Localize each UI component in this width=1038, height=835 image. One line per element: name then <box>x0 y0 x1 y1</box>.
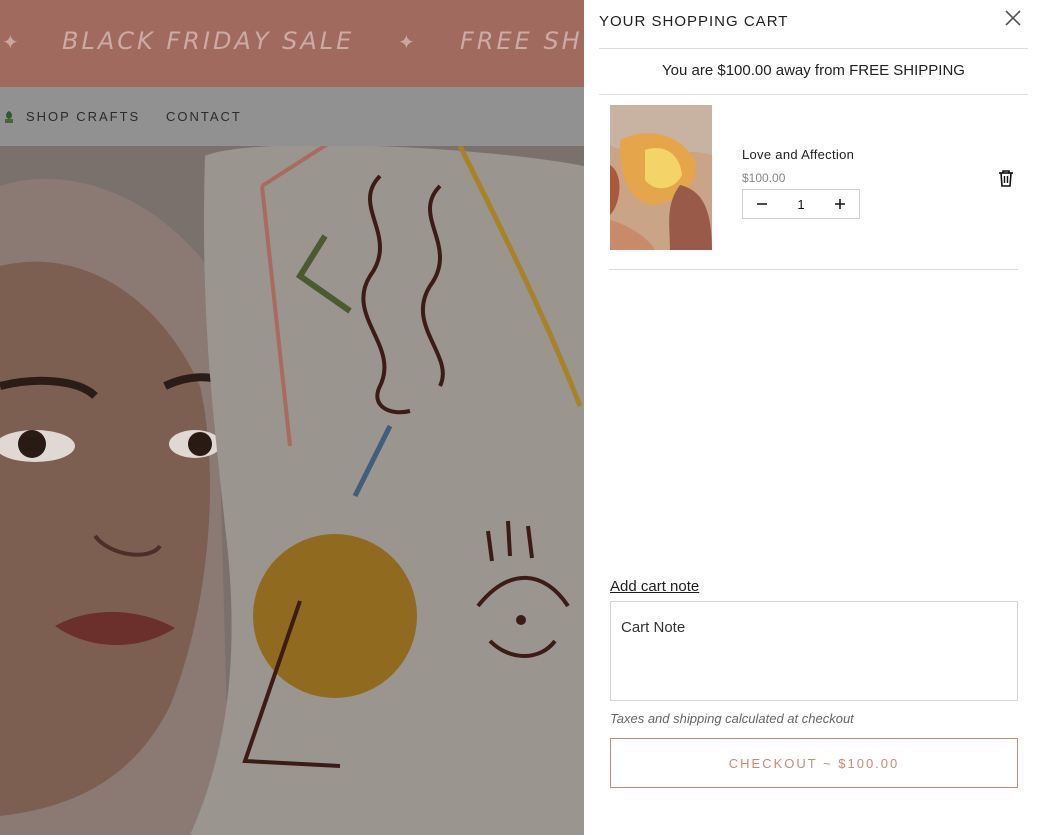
increase-quantity-button[interactable] <box>821 190 859 218</box>
nav-shop-crafts[interactable]: SHOP CRAFTS <box>26 109 140 124</box>
main-nav: SHOP CRAFTS CONTACT <box>0 87 584 146</box>
cart-note-field[interactable] <box>610 601 1018 701</box>
decrease-quantity-button[interactable] <box>743 190 781 218</box>
hero-image <box>0 146 584 835</box>
storefront-page: ✦ BLACK FRIDAY SALE ✦ FREE SH SHOP CRAFT… <box>0 0 584 835</box>
plant-icon <box>5 111 13 123</box>
tax-note: Taxes and shipping calculated at checkou… <box>610 711 854 726</box>
add-cart-note-link[interactable]: Add cart note <box>610 578 699 595</box>
cart-title: YOUR SHOPPING CART <box>599 13 789 30</box>
quantity-input[interactable] <box>781 195 821 213</box>
close-icon[interactable] <box>1004 9 1022 27</box>
announcement-bar: ✦ BLACK FRIDAY SALE ✦ FREE SH <box>0 0 584 87</box>
product-price: $100.00 <box>742 171 786 185</box>
plus-icon <box>835 198 845 209</box>
trash-icon[interactable] <box>996 168 1016 188</box>
checkout-button[interactable]: CHECKOUT ~ $100.00 <box>610 738 1018 788</box>
quantity-stepper <box>742 189 860 219</box>
announcement-text: FREE SH <box>460 27 583 55</box>
free-shipping-message: You are $100.00 away from FREE SHIPPING <box>662 62 965 79</box>
divider <box>599 48 1028 49</box>
product-thumbnail[interactable] <box>610 105 712 250</box>
nav-contact[interactable]: CONTACT <box>166 109 242 124</box>
product-image <box>610 105 712 250</box>
minus-icon <box>757 202 767 205</box>
divider <box>609 269 1018 270</box>
announcement-text: BLACK FRIDAY SALE <box>62 27 355 55</box>
divider <box>599 94 1028 95</box>
cart-drawer: YOUR SHOPPING CART You are $100.00 away … <box>584 0 1038 835</box>
product-name[interactable]: Love and Affection <box>742 147 854 162</box>
hero-artwork <box>0 146 584 835</box>
